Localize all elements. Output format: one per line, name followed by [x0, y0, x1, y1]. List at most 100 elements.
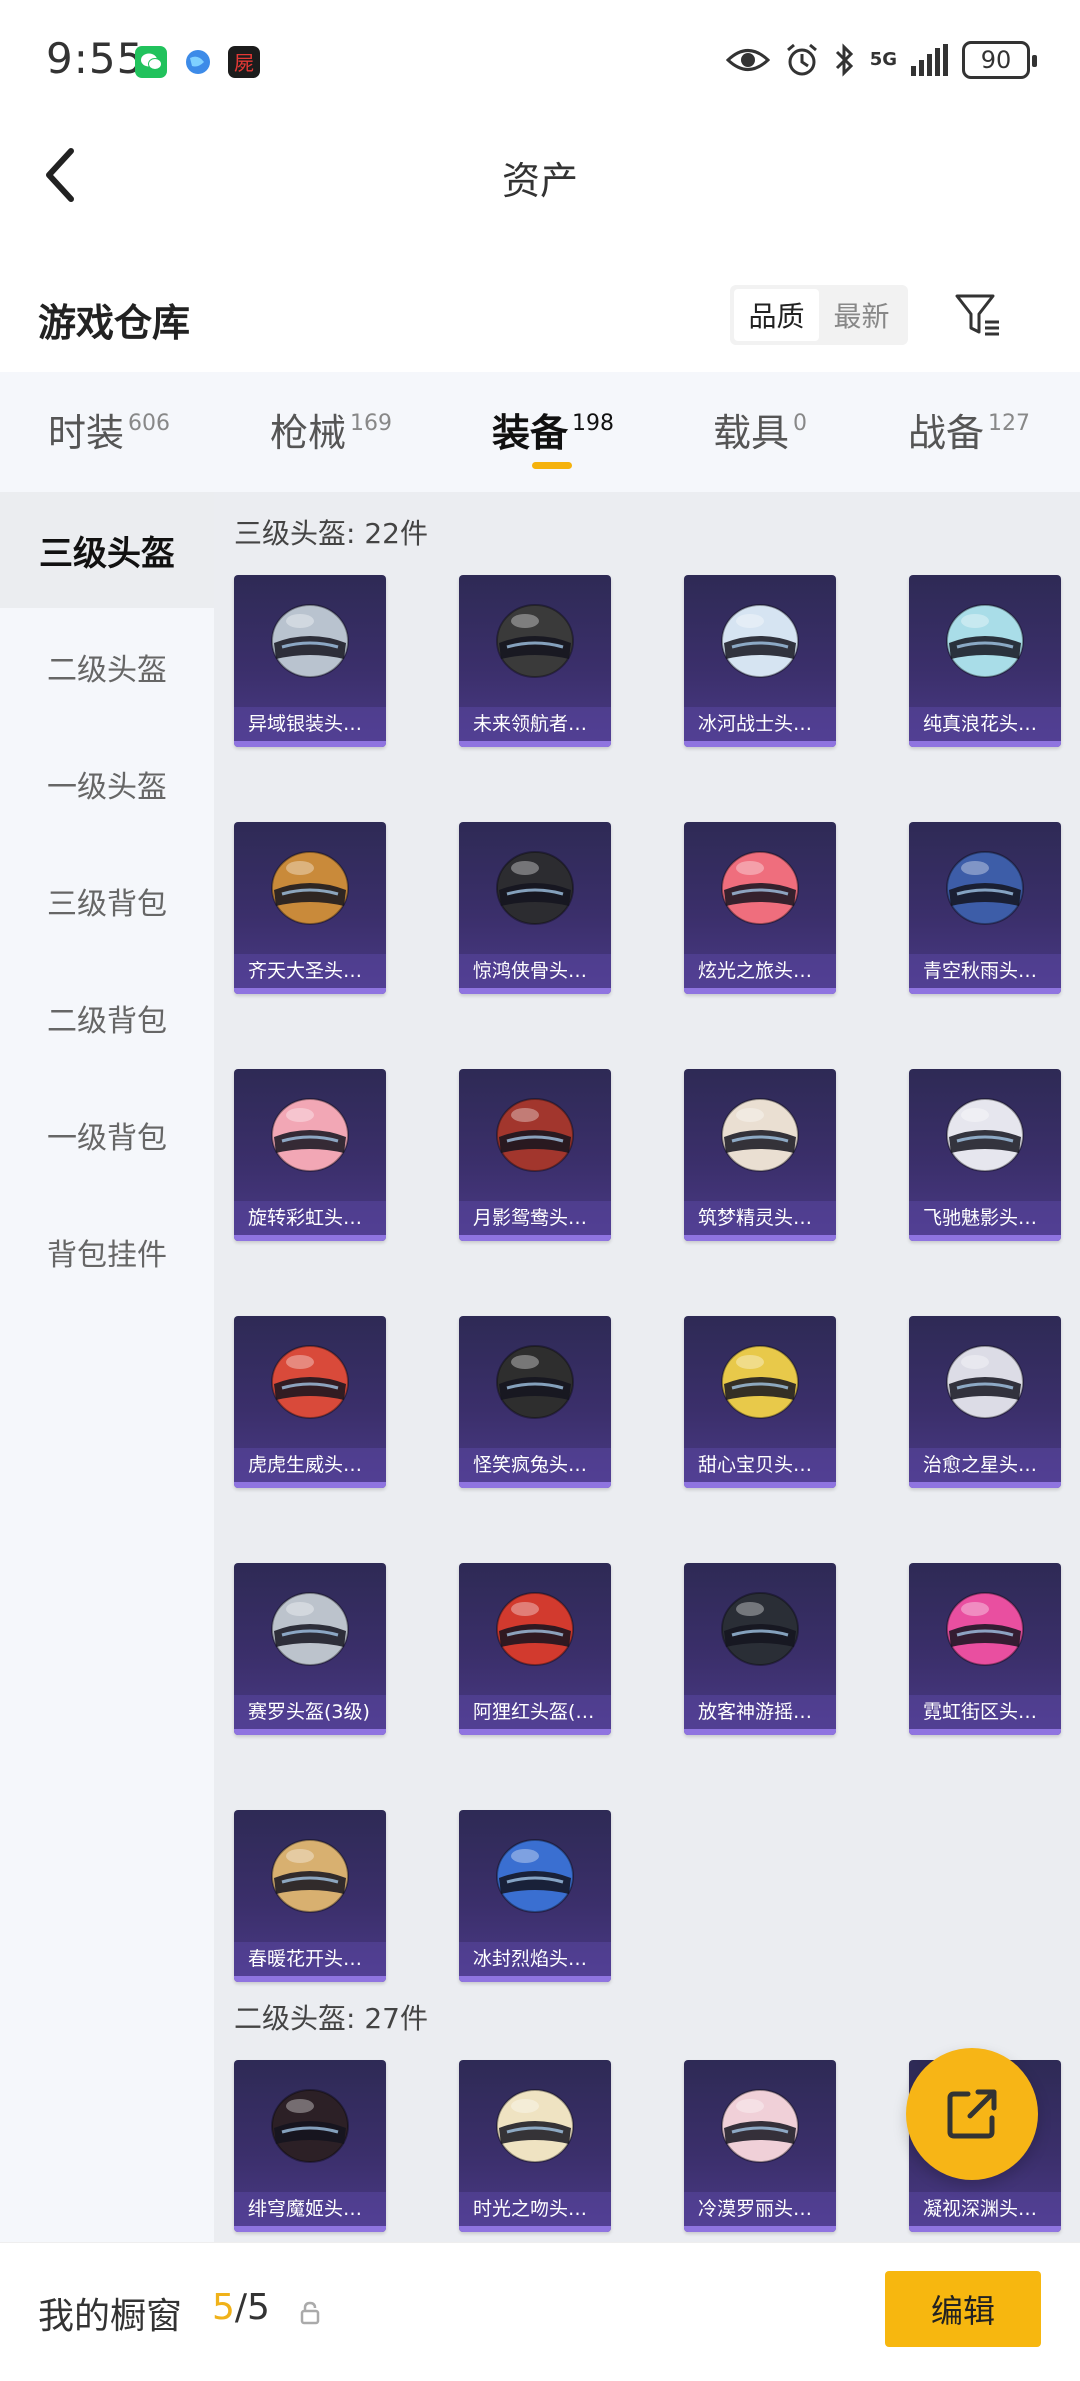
filter-icon [955, 294, 999, 336]
showcase-count-total: 5 [247, 2287, 270, 2328]
item-card[interactable]: 冷漠罗丽头… [684, 2060, 836, 2232]
item-card-label: 旋转彩虹头… [234, 1201, 386, 1235]
item-card[interactable]: 纯真浪花头… [909, 575, 1061, 747]
helmet-icon [946, 604, 1024, 678]
sidebar-item-level2-backpack[interactable]: 二级背包 [0, 960, 214, 1076]
sidebar-item-level3-helmet[interactable]: 三级头盔 [0, 492, 214, 608]
item-card[interactable]: 冰封烈焰头… [459, 1810, 611, 1982]
item-card[interactable]: 冰河战士头… [684, 575, 836, 747]
item-card[interactable]: 霓虹街区头… [909, 1563, 1061, 1735]
showcase-label: 我的橱窗 [38, 2296, 183, 2337]
item-card-label: 炫光之旅头… [684, 954, 836, 988]
item-card[interactable]: 时光之吻头… [459, 2060, 611, 2232]
item-card-label: 怪笑疯兔头… [459, 1448, 611, 1482]
warehouse-title: 游戏仓库 [38, 301, 191, 345]
item-card-label: 霓虹街区头… [909, 1695, 1061, 1729]
helmet-icon [496, 604, 574, 678]
item-card-label: 放客神游摇… [684, 1695, 836, 1729]
item-card-label: 春暖花开头… [234, 1942, 386, 1976]
svg-text:屍: 屍 [234, 51, 254, 75]
helmet-icon [946, 1345, 1024, 1419]
item-card-label: 青空秋雨头… [909, 954, 1061, 988]
sidebar-item-level1-helmet[interactable]: 一级头盔 [0, 726, 214, 842]
helmet-icon [271, 604, 349, 678]
tab-guns[interactable]: 枪械 169 [270, 402, 392, 457]
section-title-level3-helmet: 三级头盔: 22件 [234, 517, 428, 550]
item-card[interactable]: 虎虎生威头… [234, 1316, 386, 1488]
helmet-icon [721, 2089, 799, 2163]
tab-count: 127 [988, 411, 1031, 436]
item-card[interactable]: 月影鸳鸯头… [459, 1069, 611, 1241]
helmet-icon [496, 1839, 574, 1913]
helmet-icon [271, 1345, 349, 1419]
item-card[interactable]: 阿狸红头盔(… [459, 1563, 611, 1735]
tab-label: 枪械 [270, 411, 347, 455]
item-card[interactable]: 异域银装头… [234, 575, 386, 747]
item-card[interactable]: 炫光之旅头… [684, 822, 836, 994]
item-card-label: 甜心宝贝头… [684, 1448, 836, 1482]
globe-icon [182, 46, 214, 78]
item-card[interactable]: 绯穹魔姬头… [234, 2060, 386, 2232]
item-card[interactable]: 未来领航者… [459, 575, 611, 747]
tab-count: 198 [572, 411, 615, 436]
tab-equipment[interactable]: 装备 198 [492, 402, 614, 457]
helmet-icon [946, 1592, 1024, 1666]
item-card-label: 未来领航者… [459, 707, 611, 741]
share-external-icon [947, 2089, 997, 2139]
helmet-icon [946, 1098, 1024, 1172]
item-grid: 三级头盔: 22件 二级头盔: 27件 异域银装头… 未来领航者… 冰河战士头… 纯真… [214, 492, 1080, 2242]
helmet-icon [271, 1592, 349, 1666]
tab-label: 战备 [908, 411, 985, 455]
item-card-label: 治愈之星头… [909, 1448, 1061, 1482]
sort-newest-button[interactable]: 最新 [819, 289, 904, 341]
battery-level: 90 [980, 46, 1012, 74]
item-card[interactable]: 青空秋雨头… [909, 822, 1061, 994]
item-card[interactable]: 筑梦精灵头… [684, 1069, 836, 1241]
status-icons: 5G 90 [725, 40, 1037, 80]
edit-button[interactable]: 编辑 [885, 2271, 1041, 2347]
tab-vehicles[interactable]: 载具 0 [713, 402, 807, 457]
tab-fashion[interactable]: 时装 606 [48, 402, 170, 457]
item-card[interactable]: 治愈之星头… [909, 1316, 1061, 1488]
tab-count: 169 [350, 411, 393, 436]
category-tabs: 时装 606 枪械 169 装备 198 载具 0 战备 127 [0, 372, 1080, 492]
showcase-count: 5/5 [212, 2287, 270, 2328]
item-card[interactable]: 旋转彩虹头… [234, 1069, 386, 1241]
item-card-label: 月影鸳鸯头… [459, 1201, 611, 1235]
tab-label: 载具 [713, 411, 790, 455]
item-card-label: 时光之吻头… [459, 2192, 611, 2226]
sidebar-item-level1-backpack[interactable]: 一级背包 [0, 1077, 214, 1193]
item-card-label: 虎虎生威头… [234, 1448, 386, 1482]
item-card[interactable]: 赛罗头盔(3级) [234, 1563, 386, 1735]
sidebar-item-level2-helmet[interactable]: 二级头盔 [0, 609, 214, 725]
item-card-label: 冰封烈焰头… [459, 1942, 611, 1976]
helmet-icon [946, 851, 1024, 925]
item-card[interactable]: 春暖花开头… [234, 1810, 386, 1982]
item-card[interactable]: 放客神游摇… [684, 1563, 836, 1735]
helmet-icon [271, 1839, 349, 1913]
filter-button[interactable] [950, 285, 1006, 345]
screen: 9:55 屍 5G 90 资产 游戏仓库 品质 最新 时装 606 枪械 169… [0, 0, 1080, 2381]
item-card[interactable]: 惊鸿侠骨头… [459, 822, 611, 994]
section-title-level2-helmet: 二级头盔: 27件 [234, 2002, 428, 2035]
item-card[interactable]: 飞驰魅影头… [909, 1069, 1061, 1241]
helmet-icon [271, 2089, 349, 2163]
eye-icon [725, 49, 770, 71]
tab-count: 0 [793, 411, 808, 436]
sidebar-item-level3-backpack[interactable]: 三级背包 [0, 843, 214, 959]
item-card[interactable]: 齐天大圣头… [234, 822, 386, 994]
tab-supplies[interactable]: 战备 127 [908, 402, 1030, 457]
helmet-icon [271, 851, 349, 925]
item-card-label: 凝视深渊头… [909, 2192, 1061, 2226]
share-button[interactable] [906, 2048, 1038, 2180]
item-card-label: 绯穹魔姬头… [234, 2192, 386, 2226]
sort-quality-button[interactable]: 品质 [734, 289, 819, 341]
wechat-icon [135, 46, 167, 78]
nav-bar: 资产 [0, 120, 1080, 230]
active-tab-indicator [532, 462, 572, 469]
sidebar-item-backpack-pendant[interactable]: 背包挂件 [0, 1194, 214, 1310]
item-card[interactable]: 甜心宝贝头… [684, 1316, 836, 1488]
item-card[interactable]: 怪笑疯兔头… [459, 1316, 611, 1488]
item-card-label: 筑梦精灵头… [684, 1201, 836, 1235]
item-card-label: 阿狸红头盔(… [459, 1695, 611, 1729]
